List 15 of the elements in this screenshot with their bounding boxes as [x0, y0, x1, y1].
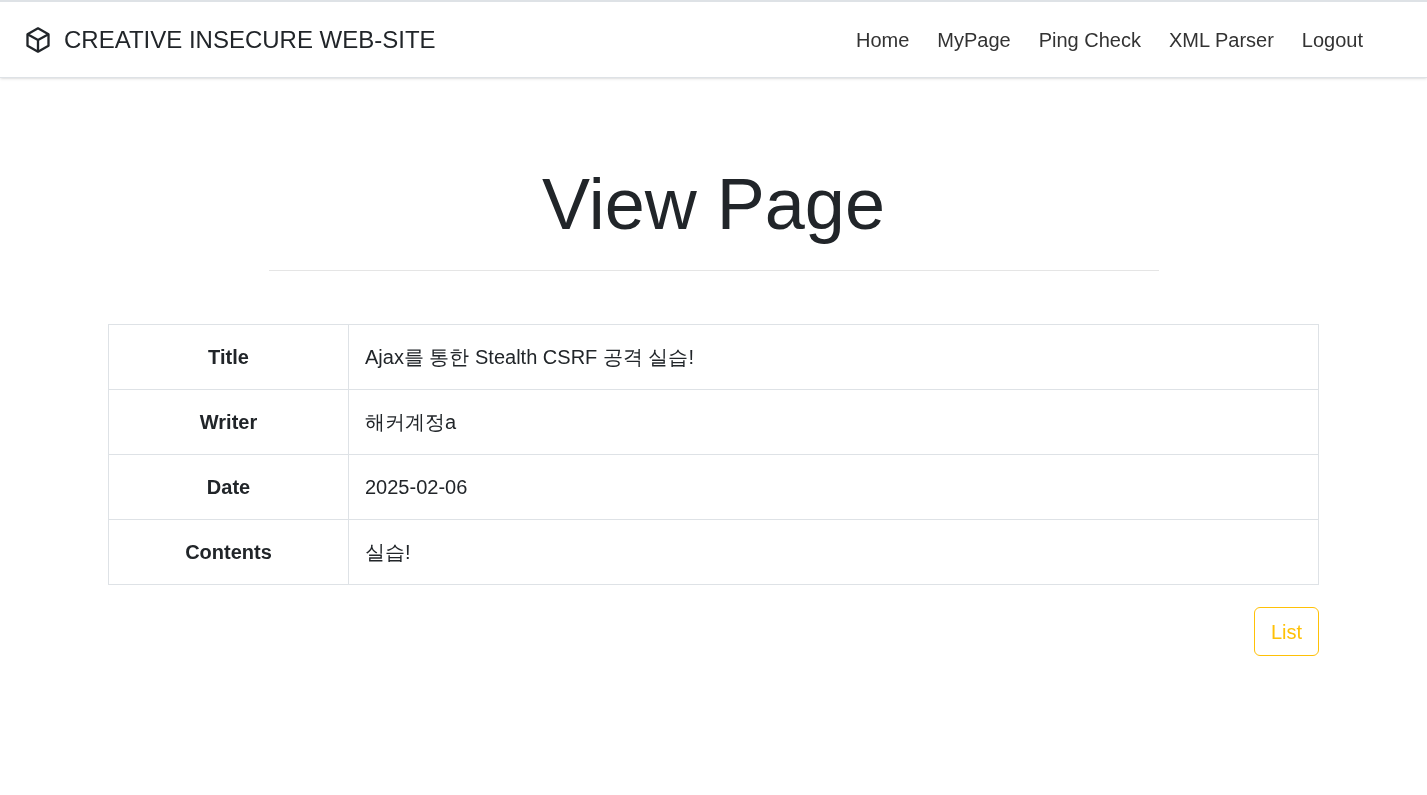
- table-header-cell: Title: [108, 324, 349, 390]
- table-cell: 실습!: [348, 519, 1319, 585]
- cube-icon: [24, 25, 52, 54]
- table-header-cell: Date: [108, 454, 349, 520]
- site-brand[interactable]: CREATIVE INSECURE WEB-SITE: [64, 21, 436, 58]
- table-cell: Ajax를 통한 Stealth CSRF 공격 실습!: [348, 324, 1319, 390]
- nav-link[interactable]: Home: [855, 24, 910, 55]
- table-cell: 2025-02-06: [348, 454, 1319, 520]
- table-header-cell: Contents: [108, 519, 349, 585]
- nav-link[interactable]: Logout: [1301, 24, 1363, 55]
- nav-link[interactable]: MyPage: [937, 24, 1011, 55]
- table-cell: 해커계정a: [348, 389, 1319, 455]
- nav-link[interactable]: XML Parser: [1169, 24, 1274, 55]
- table-header-cell: Writer: [108, 389, 349, 455]
- nav-link[interactable]: Ping Check: [1038, 24, 1141, 55]
